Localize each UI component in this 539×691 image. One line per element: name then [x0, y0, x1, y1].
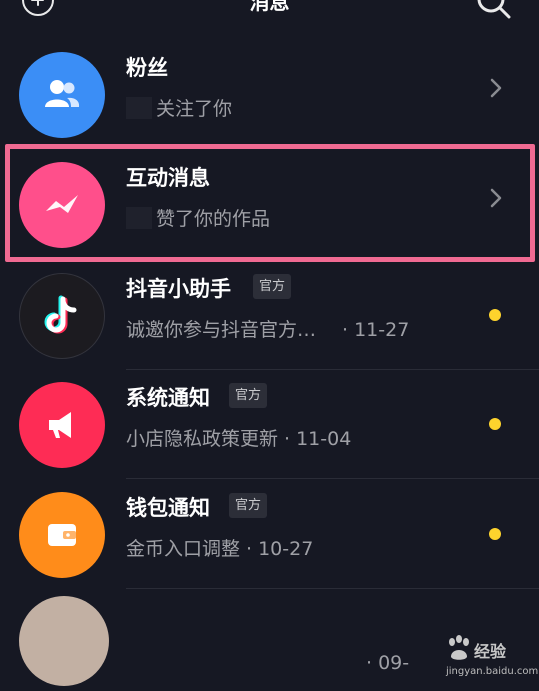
- header: 消息: [0, 0, 539, 22]
- row-name: 抖音小助手: [126, 277, 231, 301]
- messages-screen: 消息 粉丝 关注了你 互动消息 赞了你的作品 抖音小助手 官方 诚邀你参与抖音官…: [0, 0, 539, 691]
- list-item-system-notice[interactable]: 系统通知 官方 小店隐私政策更新 · 11-04: [0, 368, 539, 478]
- baidu-jingyan-watermark: 经验 jingyan.baidu.com: [444, 630, 539, 686]
- row-name: 粉丝: [126, 56, 168, 80]
- fans-icon: [19, 52, 105, 138]
- paw-icon: [449, 635, 469, 660]
- unread-dot: [489, 418, 501, 430]
- row-name: 系统通知: [126, 386, 210, 410]
- megaphone-icon: [19, 382, 105, 468]
- watermark-text: 经验: [474, 642, 507, 661]
- search-icon[interactable]: [474, 0, 514, 22]
- row-subtitle: 小店隐私政策更新 · 11-04: [126, 428, 352, 450]
- row-subtitle: 金币入口调整 · 10-27: [126, 538, 314, 560]
- official-badge: 官方: [229, 493, 268, 518]
- row-subtitle: 关注了你: [126, 94, 232, 121]
- row-subtitle: 诚邀你参与抖音官方… · 11-27: [126, 319, 410, 341]
- row-time: · 09-: [366, 652, 410, 674]
- list-item-wallet-notice[interactable]: 钱包通知 官方 金币入口调整 · 10-27: [0, 478, 539, 588]
- wallet-icon: [19, 492, 105, 578]
- unread-dot: [489, 528, 501, 540]
- list-item-fans[interactable]: 粉丝 关注了你: [0, 38, 539, 148]
- list-item-douyin-assistant[interactable]: 抖音小助手 官方 诚邀你参与抖音官方… · 11-27: [0, 259, 539, 369]
- chevron-right-icon: [490, 78, 502, 98]
- official-badge: 官方: [253, 274, 292, 299]
- unread-dot: [489, 309, 501, 321]
- tiktok-icon: [19, 273, 105, 359]
- highlight-box: [5, 144, 535, 262]
- avatar: [19, 596, 109, 686]
- watermark-url: jingyan.baidu.com: [446, 666, 539, 677]
- official-badge: 官方: [229, 383, 268, 408]
- row-name: 钱包通知: [126, 496, 210, 520]
- page-title: 消息: [249, 0, 290, 14]
